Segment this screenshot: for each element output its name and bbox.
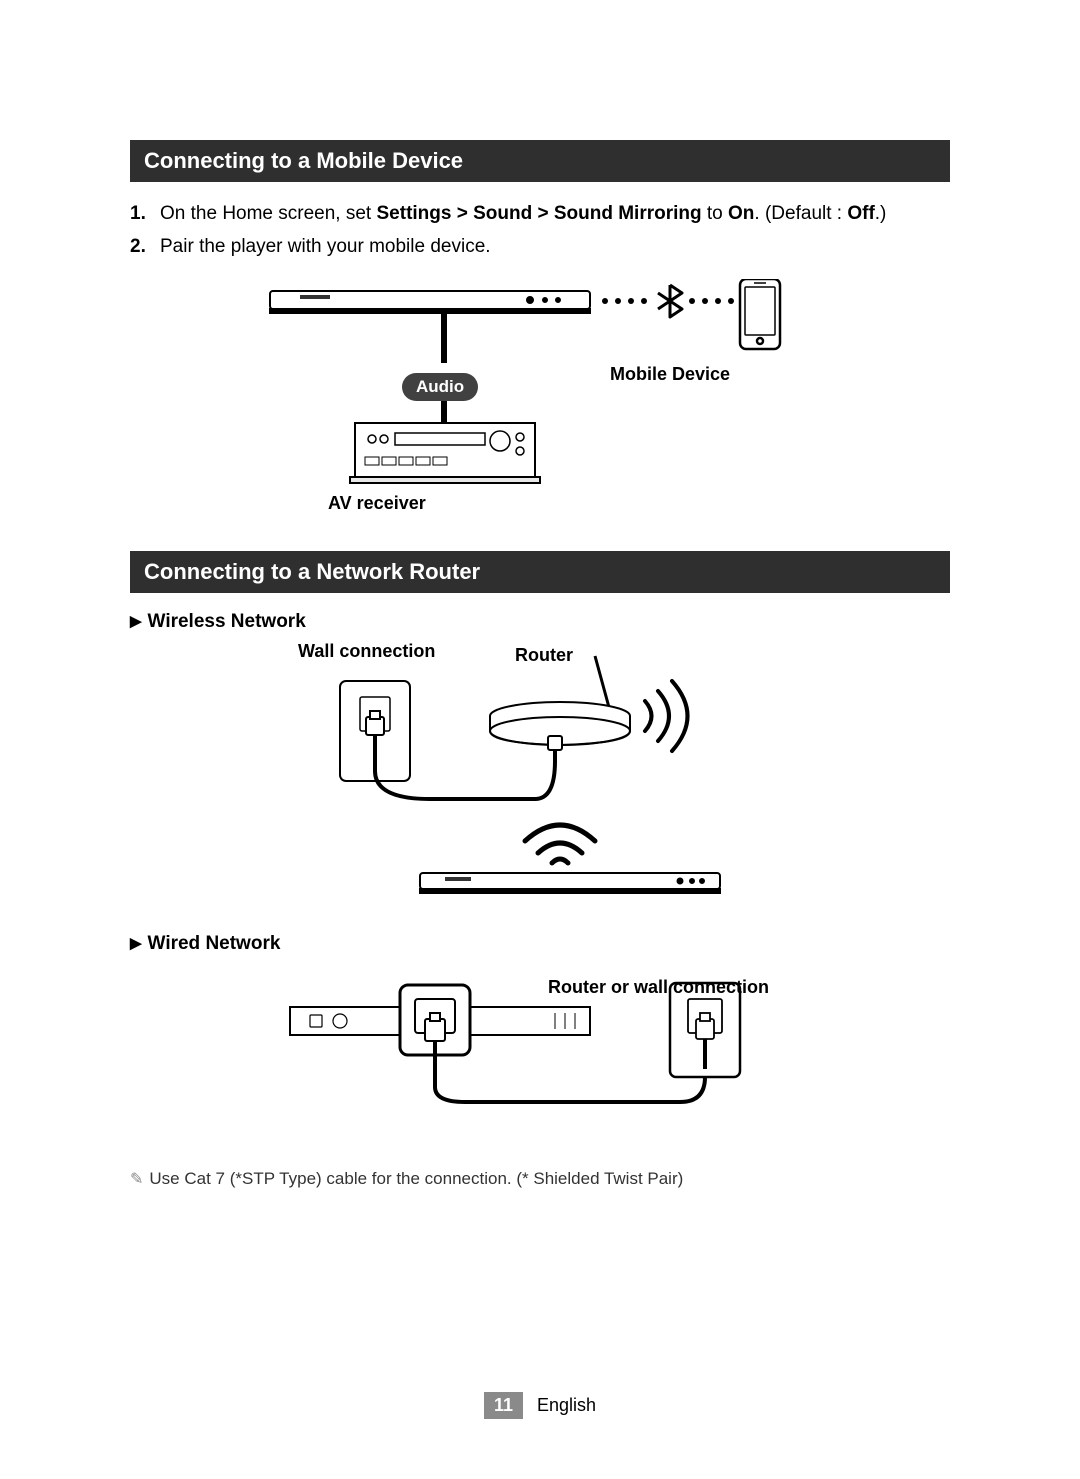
subheading-wireless: ▶ Wireless Network: [130, 611, 950, 633]
steps-list: 1. On the Home screen, set Settings > So…: [130, 200, 950, 261]
page-number: 11: [484, 1392, 523, 1419]
step-number: 1.: [130, 200, 148, 229]
note-text: Use Cat 7 (*STP Type) cable for the conn…: [149, 1169, 683, 1188]
step-text: On the Home screen, set Settings > Sound…: [160, 200, 886, 229]
step-number: 2.: [130, 233, 148, 262]
wall-jack-icon: [340, 681, 410, 781]
label-av-receiver: AV receiver: [328, 493, 426, 514]
settings-path: Settings > Sound > Sound Mirroring: [377, 203, 702, 224]
triangle-icon: ▶: [130, 934, 142, 952]
av-receiver-icon: [350, 423, 540, 483]
section-heading-router: Connecting to a Network Router: [130, 551, 950, 593]
step-1: 1. On the Home screen, set Settings > So…: [130, 200, 950, 229]
note-cable: ✎ Use Cat 7 (*STP Type) cable for the con…: [130, 1169, 950, 1189]
player-icon: [420, 873, 720, 893]
note-icon: ✎: [130, 1171, 143, 1188]
text-fragment: to: [702, 203, 728, 224]
diagram-svg: [300, 641, 780, 901]
text-fragment: .): [875, 203, 887, 224]
subhead-text: Wireless Network: [148, 611, 306, 632]
triangle-icon: ▶: [130, 612, 142, 630]
label-router-or-wall: Router or wall connection: [548, 977, 769, 998]
label-wall-connection: Wall connection: [298, 641, 435, 662]
bluetooth-icon: [658, 285, 682, 317]
wifi-waves-icon: [645, 681, 688, 751]
subhead-text: Wired Network: [148, 933, 281, 954]
diagram-svg: [260, 279, 820, 519]
diagram-svg: [280, 977, 800, 1127]
diagram-mobile-connection: Mobile Device Audio AV receiver: [130, 279, 950, 529]
diagram-wireless: Wall connection Router: [130, 641, 950, 911]
label-router: Router: [515, 645, 573, 666]
text-fragment: On the Home screen, set: [160, 203, 377, 224]
section-heading-mobile: Connecting to a Mobile Device: [130, 140, 950, 182]
page-footer: 11 English: [0, 1392, 1080, 1419]
label-audio-pill: Audio: [402, 373, 478, 401]
page-language: English: [537, 1395, 596, 1415]
text-fragment: . (Default :: [754, 203, 847, 224]
subheading-wired: ▶ Wired Network: [130, 933, 950, 955]
value-on: On: [728, 203, 754, 224]
step-2: 2. Pair the player with your mobile devi…: [130, 233, 950, 262]
diagram-wired: Router or wall connection: [130, 977, 950, 1147]
value-off: Off: [847, 203, 874, 224]
phone-icon: [740, 279, 780, 349]
label-mobile-device: Mobile Device: [610, 364, 730, 385]
router-icon: [490, 656, 630, 750]
step-text: Pair the player with your mobile device.: [160, 233, 491, 262]
wifi-arcs-icon: [525, 825, 595, 863]
